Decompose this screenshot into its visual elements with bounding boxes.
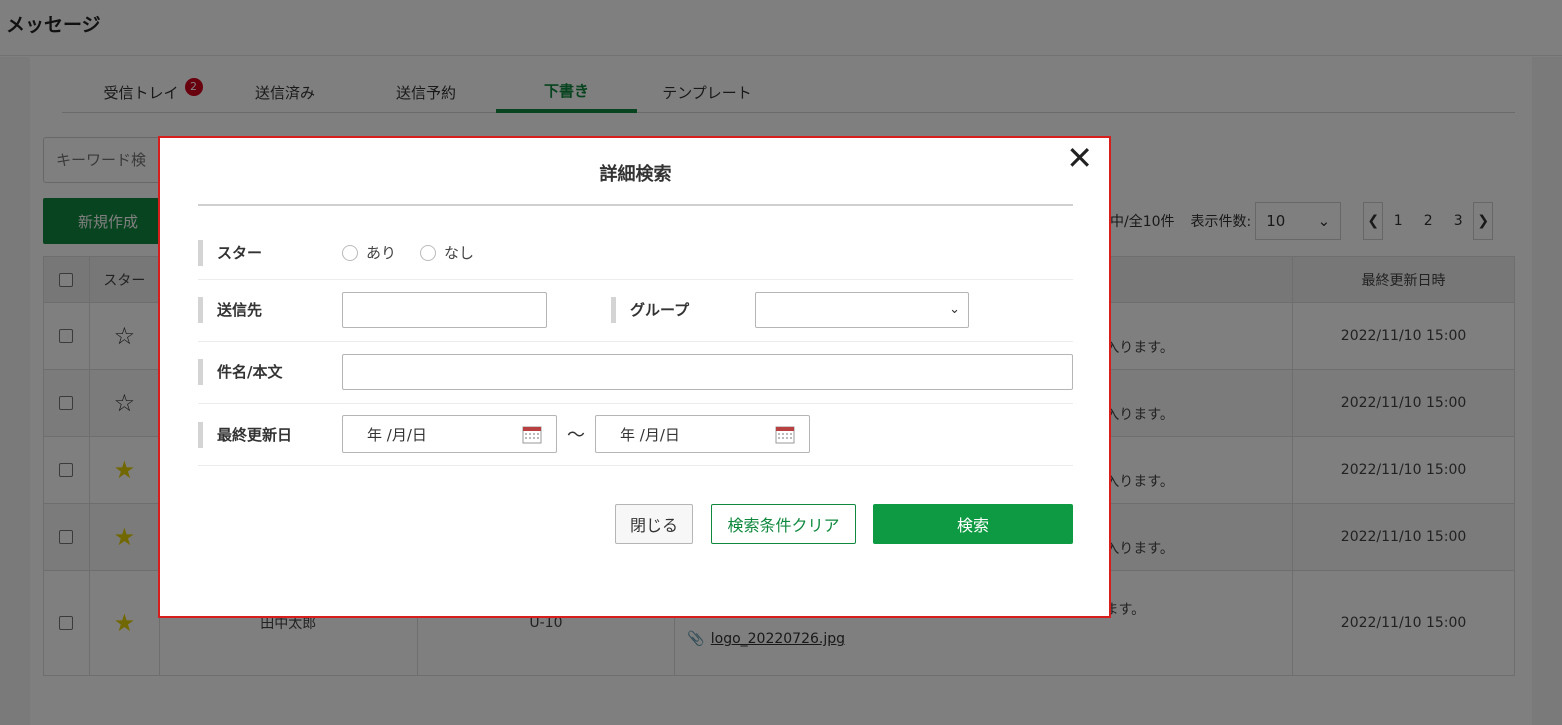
recipient-label: 送信先 bbox=[198, 297, 262, 323]
close-button[interactable]: 閉じる bbox=[615, 504, 693, 544]
group-label: グループ bbox=[611, 297, 689, 323]
subject-label: 件名/本文 bbox=[198, 359, 282, 385]
star-yes-radio[interactable]: あり bbox=[342, 242, 396, 263]
star-filter-row: スター あり なし bbox=[198, 228, 1073, 280]
range-separator: ～ bbox=[567, 425, 585, 446]
radio-circle-icon bbox=[420, 244, 437, 261]
calendar-icon[interactable] bbox=[522, 424, 542, 444]
subject-input[interactable] bbox=[342, 354, 1073, 390]
advanced-search-modal: ✕ 詳細検索 スター あり なし 送信先 グループ ⌄ 件名/本文 最終更新日 … bbox=[158, 136, 1111, 618]
calendar-icon[interactable] bbox=[775, 424, 795, 444]
radio-circle-icon bbox=[342, 244, 358, 261]
date-to-input[interactable]: 年 /月/日 bbox=[595, 415, 810, 453]
group-select[interactable]: ⌄ bbox=[755, 292, 969, 328]
recipient-row: 送信先 グループ ⌄ bbox=[198, 280, 1073, 342]
star-label: スター bbox=[198, 240, 262, 266]
date-from-input[interactable]: 年 /月/日 bbox=[342, 415, 557, 453]
star-no-radio[interactable]: なし bbox=[420, 242, 474, 263]
modal-title: 詳細検索 bbox=[599, 164, 672, 185]
date-to-text: 年 /月/日 bbox=[620, 425, 680, 444]
subject-row: 件名/本文 bbox=[198, 342, 1073, 404]
date-from-text: 年 /月/日 bbox=[367, 425, 427, 444]
updated-date-row: 最終更新日 年 /月/日 ～ 年 /月/日 bbox=[198, 404, 1073, 466]
chevron-down-icon: ⌄ bbox=[949, 302, 960, 317]
recipient-input[interactable] bbox=[342, 292, 547, 328]
modal-divider bbox=[198, 204, 1073, 206]
updated-label: 最終更新日 bbox=[198, 422, 292, 448]
star-radio-group: あり なし bbox=[342, 242, 498, 263]
clear-conditions-button[interactable]: 検索条件クリア bbox=[711, 504, 856, 544]
search-button[interactable]: 検索 bbox=[873, 504, 1073, 544]
